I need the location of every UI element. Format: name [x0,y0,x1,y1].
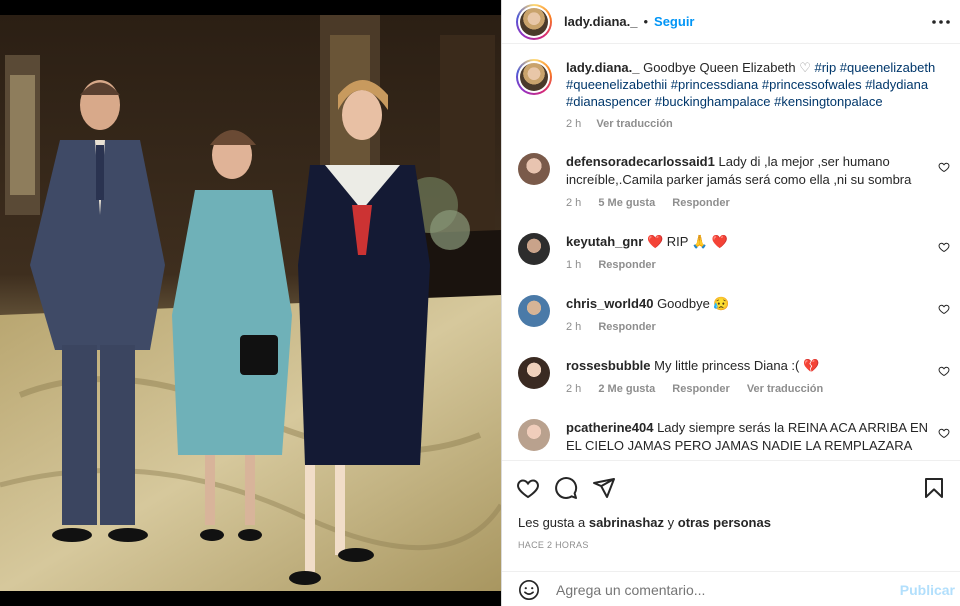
likes-prefix: Les gusta a [518,515,586,530]
commenter-avatar[interactable] [518,233,550,265]
commenter-username[interactable]: pcatherine404 [566,420,653,435]
commenter-username[interactable]: defensoradecarlossaid1 [566,154,715,169]
reply-button[interactable]: Responder [598,321,655,333]
translate-link[interactable]: Ver traducción [596,118,672,130]
comment-likes[interactable]: 2 Me gusta [598,383,655,395]
post-timestamp: HACE 2 HORAS [518,540,589,550]
comment-text: Goodbye 😥 [657,296,730,311]
comment-item: pcatherine404 Lady siempre serás la REIN… [516,419,956,455]
publish-button[interactable]: Publicar [900,582,955,598]
post-caption: lady.diana._ Goodbye Queen Elizabeth ♡ #… [516,59,946,133]
likes-others[interactable]: otras personas [678,515,771,530]
comment-text: ❤️ RIP 🙏 ❤️ [646,234,728,249]
likes-user[interactable]: sabrinashaz [589,515,664,530]
commenter-avatar[interactable] [518,153,550,185]
commenter-username[interactable]: chris_world40 [566,296,653,311]
comment-time: 2 h [566,321,582,333]
post-header: lady.diana._ • Seguir [502,0,960,44]
post-side-panel: lady.diana._ • Seguir lady.diana._ Goodb… [501,0,960,606]
author-username[interactable]: lady.diana._ [564,14,637,29]
caption-avatar[interactable] [516,59,552,95]
commenter-username[interactable]: keyutah_gnr [566,234,643,249]
comment-heart-icon[interactable] [938,241,950,253]
comment-heart-icon[interactable] [938,365,950,377]
comment-heart-icon[interactable] [938,161,950,173]
commenter-username[interactable]: rossesbubble [566,358,651,373]
comment-text: My little princess Diana :( 💔 [654,358,820,373]
comment-item: defensoradecarlossaid1 Lady di ,la mejor… [516,153,956,212]
comment-item: keyutah_gnr ❤️ RIP 🙏 ❤️ 1 h Responder [516,233,956,274]
caption-time: 2 h [566,118,582,130]
commenter-avatar[interactable] [518,357,550,389]
white-heart-emoji: ♡ [799,60,811,75]
smiley-icon[interactable] [518,579,540,601]
comment-item: rossesbubble My little princess Diana :(… [516,357,956,398]
heart-icon[interactable] [516,476,540,500]
comment-heart-icon[interactable] [938,303,950,315]
comments-list[interactable]: lady.diana._ Goodbye Queen Elizabeth ♡ #… [502,45,960,460]
comment-input[interactable] [556,581,900,598]
comment-time: 2 h [566,197,582,209]
post-photo[interactable] [0,0,501,606]
post-image [0,15,501,591]
comment-item: chris_world40 Goodbye 😥 2 h Responder [516,295,956,336]
separator-dot: • [643,14,649,29]
author-avatar[interactable] [516,3,552,40]
reply-button[interactable]: Responder [672,197,729,209]
post-actions: Les gusta a sabrinashaz y otras personas… [502,460,960,606]
add-comment-bar: Publicar [502,571,960,606]
likes-summary[interactable]: Les gusta a sabrinashaz y otras personas [518,515,771,530]
caption-meta: 2 h Ver traducción [566,116,946,133]
likes-joiner: y [667,515,675,530]
translate-link[interactable]: Ver traducción [747,383,823,395]
commenter-avatar[interactable] [518,419,550,451]
comment-heart-icon[interactable] [938,427,950,439]
more-options-icon[interactable] [931,12,951,32]
reply-button[interactable]: Responder [672,383,729,395]
reply-button[interactable]: Responder [598,259,655,271]
follow-button[interactable]: Seguir [654,14,694,29]
caption-text: Goodbye Queen Elizabeth [643,60,796,75]
paper-plane-icon[interactable] [592,476,616,500]
comment-time: 2 h [566,383,582,395]
bookmark-icon[interactable] [922,476,946,500]
comment-likes[interactable]: 5 Me gusta [598,197,655,209]
caption-username[interactable]: lady.diana._ [566,60,639,75]
comment-time: 1 h [566,259,582,271]
commenter-avatar[interactable] [518,295,550,327]
comment-bubble-icon[interactable] [554,476,578,500]
